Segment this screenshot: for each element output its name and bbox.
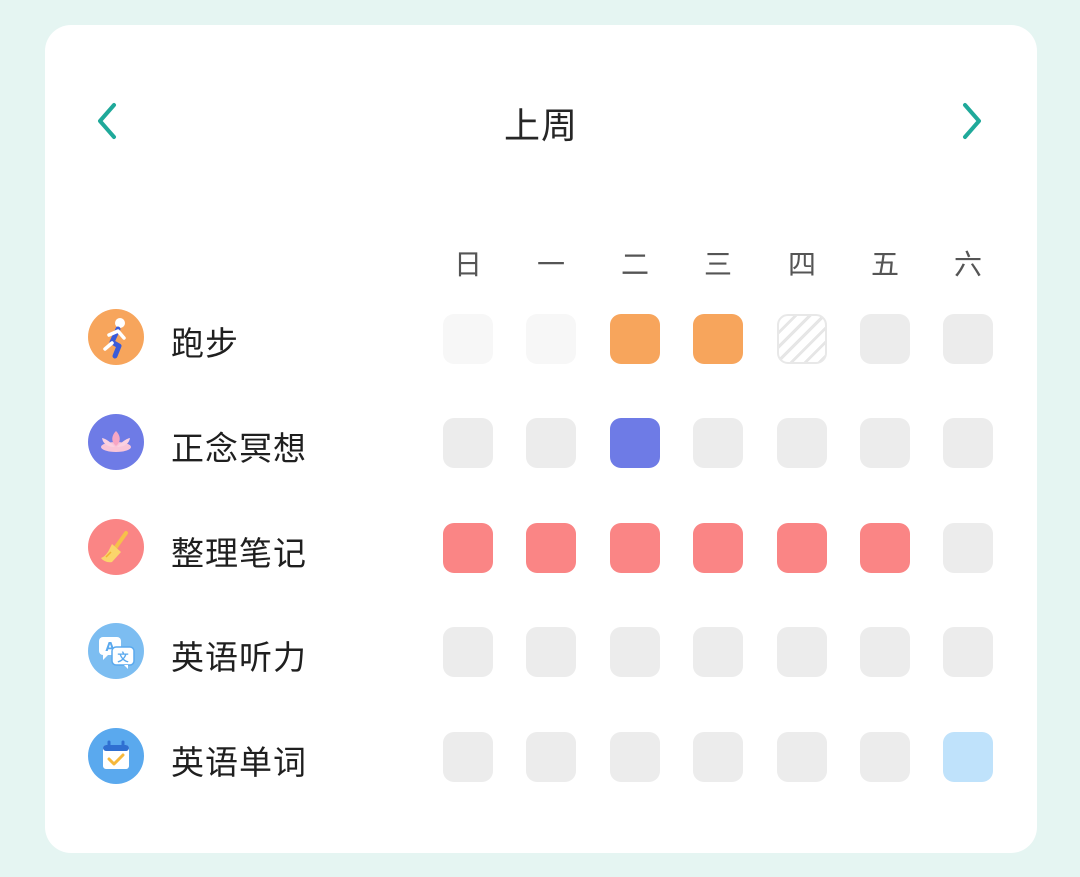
habit-week-card: 上周 日 一 二 三 四 五 六 跑步 正念冥想 整理笔记 A 文 英语听力 英… [45,25,1037,853]
habit-day-cell[interactable] [526,314,576,364]
day-label-fri: 五 [870,248,899,281]
habit-day-cell[interactable] [526,732,576,782]
svg-text:文: 文 [118,650,130,664]
habit-day-cell[interactable] [443,627,493,677]
habit-day-cell[interactable] [610,732,660,782]
habit-day-cell[interactable] [860,732,910,782]
habit-day-cell[interactable] [526,627,576,677]
calendar-check-icon [88,728,144,784]
habit-day-cell[interactable] [693,523,743,573]
habit-day-cell[interactable] [693,732,743,782]
day-label-thu: 四 [787,248,816,281]
habit-day-cell[interactable] [943,418,993,468]
habit-day-cell[interactable] [943,732,993,782]
habit-name-running: 跑步 [171,324,239,363]
habit-day-cell[interactable] [943,314,993,364]
habit-day-cell[interactable] [610,523,660,573]
habit-day-cell[interactable] [777,732,827,782]
habit-day-cell[interactable] [443,523,493,573]
habit-day-cell[interactable] [860,627,910,677]
day-label-mon: 一 [536,248,565,281]
day-label-sat: 六 [953,248,982,281]
week-title: 上周 [503,106,578,147]
day-label-tue: 二 [620,248,649,281]
habit-day-cell[interactable] [610,314,660,364]
broom-icon [88,519,144,575]
habit-day-cell[interactable] [443,732,493,782]
chevron-right-icon [963,103,981,139]
habit-day-cell[interactable] [526,523,576,573]
habit-day-cell[interactable] [693,418,743,468]
translate-icon: A 文 [88,623,144,679]
habit-day-cell[interactable] [693,314,743,364]
day-label-wed: 三 [703,248,732,281]
habit-day-cell[interactable] [943,523,993,573]
habit-name-organize-notes: 整理笔记 [171,534,307,573]
habit-day-cell[interactable] [526,418,576,468]
habit-day-cell[interactable] [610,627,660,677]
day-label-sun: 日 [453,248,482,281]
habit-day-cell[interactable] [860,314,910,364]
habit-name-english-vocabulary: 英语单词 [171,743,307,782]
habit-day-cell[interactable] [777,627,827,677]
habit-day-cell[interactable] [777,418,827,468]
habit-day-cell[interactable] [610,418,660,468]
habit-day-cell[interactable] [860,418,910,468]
habit-day-cell[interactable] [943,627,993,677]
habit-day-cell[interactable] [777,314,827,364]
habit-name-english-listening: 英语听力 [171,638,307,677]
habit-day-cell[interactable] [777,523,827,573]
habit-day-cell[interactable] [443,418,493,468]
habit-day-cell[interactable] [443,314,493,364]
habit-name-meditation: 正念冥想 [171,429,307,468]
habit-day-cell[interactable] [693,627,743,677]
lotus-icon [88,414,144,470]
habit-day-cell[interactable] [860,523,910,573]
running-icon [88,309,144,365]
next-week-button[interactable] [950,99,994,143]
